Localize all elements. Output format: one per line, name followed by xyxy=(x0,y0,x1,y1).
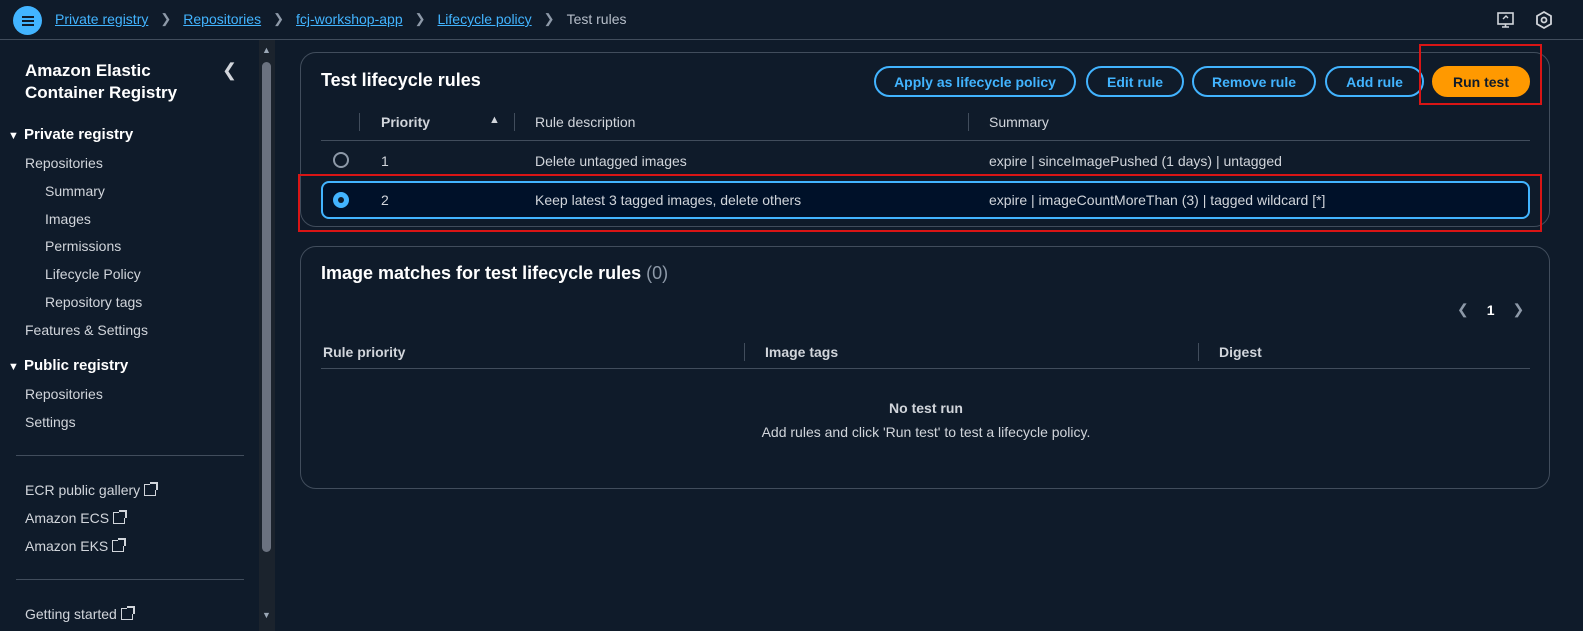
column-divider xyxy=(744,343,745,361)
header-divider xyxy=(321,368,1530,369)
external-link-icon xyxy=(112,538,127,552)
sidebar-item-summary[interactable]: Summary xyxy=(45,183,105,199)
scroll-thumb[interactable] xyxy=(262,62,271,552)
sidebar-link-amazon-ecs[interactable]: Amazon ECS xyxy=(25,510,128,526)
sidebar-title: Amazon Elastic Container Registry xyxy=(25,61,178,102)
column-header-priority[interactable]: Priority xyxy=(381,114,430,130)
settings-icon[interactable] xyxy=(1534,10,1554,30)
sidebar-item-public-repositories[interactable]: Repositories xyxy=(25,386,103,402)
panel-title: Test lifecycle rules xyxy=(321,70,481,90)
sidebar-link-amazon-eks[interactable]: Amazon EKS xyxy=(25,538,127,554)
row-description: Delete untagged images xyxy=(535,153,687,169)
screen-icon[interactable] xyxy=(1496,10,1516,30)
sort-ascending-icon[interactable]: ▲ xyxy=(489,114,500,126)
sidebar-section-private[interactable]: ▼ Private registry xyxy=(8,126,133,143)
collapse-sidebar-icon[interactable]: ❮ xyxy=(222,60,237,81)
add-rule-button[interactable]: Add rule xyxy=(1325,66,1424,97)
external-link-icon xyxy=(144,482,159,496)
sidebar-item-lifecycle-policy[interactable]: Lifecycle Policy xyxy=(45,266,141,282)
chevron-right-icon: ❯ xyxy=(414,11,426,26)
match-count: (0) xyxy=(646,263,669,283)
caret-down-icon: ▼ xyxy=(8,130,19,142)
breadcrumb-repositories[interactable]: Repositories xyxy=(183,11,261,27)
column-divider xyxy=(359,113,360,131)
sidebar-item-repositories[interactable]: Repositories xyxy=(25,155,103,171)
pagination: ❮ 1 ❯ xyxy=(1457,301,1524,318)
breadcrumb-current: Test rules xyxy=(566,11,627,27)
row-priority: 1 xyxy=(381,153,389,169)
breadcrumb-repository[interactable]: fcj-workshop-app xyxy=(296,11,403,27)
sidebar-item-public-settings[interactable]: Settings xyxy=(25,414,76,430)
scroll-up-icon[interactable]: ▲ xyxy=(262,45,271,55)
column-divider xyxy=(514,113,515,131)
sidebar-divider xyxy=(16,579,244,580)
page-number[interactable]: 1 xyxy=(1487,302,1495,318)
sidebar-item-repository-tags[interactable]: Repository tags xyxy=(45,294,142,310)
chevron-right-icon[interactable]: ❯ xyxy=(1513,301,1525,318)
chevron-right-icon: ❯ xyxy=(543,11,555,26)
column-header-summary[interactable]: Summary xyxy=(989,114,1049,130)
chevron-left-icon[interactable]: ❮ xyxy=(1457,301,1469,318)
run-test-highlight xyxy=(1419,44,1542,105)
caret-down-icon: ▼ xyxy=(8,361,19,373)
external-link-icon xyxy=(113,510,128,524)
sidebar: Amazon Elastic Container Registry ❮ ▼ Pri… xyxy=(0,40,259,631)
top-navigation: Private registry ❯ Repositories ❯ fcj-wo… xyxy=(0,0,1583,40)
menu-icon[interactable] xyxy=(13,6,42,35)
remove-rule-button[interactable]: Remove rule xyxy=(1192,66,1316,97)
breadcrumb-private-registry[interactable]: Private registry xyxy=(55,11,148,27)
row-summary: expire | sinceImagePushed (1 days) | unt… xyxy=(989,153,1282,169)
sidebar-scrollbar[interactable]: ▲ ▼ xyxy=(259,40,275,631)
sidebar-link-getting-started[interactable]: Getting started xyxy=(25,606,135,622)
sidebar-divider xyxy=(16,455,244,456)
sidebar-item-permissions[interactable]: Permissions xyxy=(45,238,121,254)
empty-state-title: No test run xyxy=(889,400,963,416)
column-header-rule-priority[interactable]: Rule priority xyxy=(323,344,405,360)
column-divider xyxy=(968,113,969,131)
sidebar-item-features-settings[interactable]: Features & Settings xyxy=(25,322,148,338)
column-header-image-tags[interactable]: Image tags xyxy=(765,344,838,360)
edit-rule-button[interactable]: Edit rule xyxy=(1086,66,1184,97)
breadcrumb-lifecycle-policy[interactable]: Lifecycle policy xyxy=(438,11,532,27)
column-header-description[interactable]: Rule description xyxy=(535,114,635,130)
column-divider xyxy=(1198,343,1199,361)
breadcrumb: Private registry ❯ Repositories ❯ fcj-wo… xyxy=(55,11,627,27)
chevron-right-icon: ❯ xyxy=(273,11,284,26)
external-link-icon xyxy=(120,606,135,620)
apply-lifecycle-policy-button[interactable]: Apply as lifecycle policy xyxy=(874,66,1076,97)
column-header-digest[interactable]: Digest xyxy=(1219,344,1262,360)
sidebar-section-public[interactable]: ▼ Public registry xyxy=(8,357,128,374)
panel-title: Image matches for test lifecycle rules (… xyxy=(321,263,669,283)
image-matches-panel: Image matches for test lifecycle rules (… xyxy=(300,246,1550,489)
sidebar-link-ecr-gallery[interactable]: ECR public gallery xyxy=(25,482,159,498)
header-divider xyxy=(321,140,1530,141)
chevron-right-icon: ❯ xyxy=(160,11,172,26)
selected-row-highlight xyxy=(298,174,1542,232)
empty-state-text: Add rules and click 'Run test' to test a… xyxy=(761,424,1091,440)
scroll-down-icon[interactable]: ▼ xyxy=(262,610,271,620)
sidebar-item-images[interactable]: Images xyxy=(45,211,91,227)
row-radio[interactable] xyxy=(333,152,349,168)
